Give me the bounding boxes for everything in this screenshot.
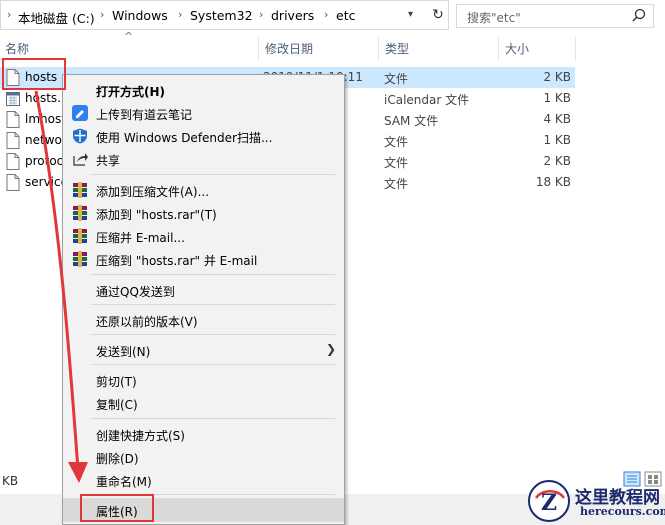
svg-text:Z: Z [541,490,557,516]
watermark-url: herecours.com [580,505,665,518]
annotation-arrow [34,90,88,483]
